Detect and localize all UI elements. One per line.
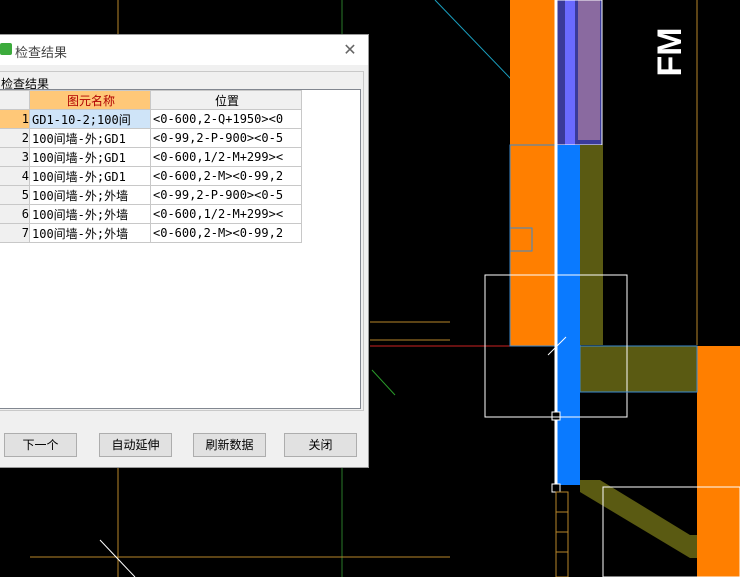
diagonal-line (371, 369, 396, 396)
cell-name[interactable]: 100间墙-外;GD1 (29, 147, 151, 167)
ladder (555, 491, 569, 577)
results-table: 图元名称 位置 1 GD1-10-2;100间 <0-600,2-Q+1950>… (0, 90, 302, 243)
check-results-dialog: 检查结果 ✕ 检查结果 图元名称 位置 1 GD1-10-2;100间 <0-6… (0, 34, 369, 468)
cell-position[interactable]: <0-99,2-P-900><0-5 (150, 128, 302, 148)
cell-position[interactable]: <0-99,2-P-900><0-5 (150, 185, 302, 205)
blue-wall (557, 145, 580, 485)
cell-name[interactable]: 100间墙-外;GD1 (29, 166, 151, 186)
cell-name[interactable]: 100间墙-外;外墙 (29, 204, 151, 224)
dialog-title: 检查结果 (15, 46, 68, 61)
table-row[interactable]: 7 100间墙-外;外墙 <0-600,2-M><0-99,2 (0, 223, 302, 243)
row-number: 2 (0, 128, 30, 148)
cell-name[interactable]: 100间墙-外;外墙 (29, 223, 151, 243)
close-icon[interactable]: ✕ (340, 40, 360, 60)
close-button[interactable]: 关闭 (284, 433, 357, 457)
olive-wall (580, 346, 697, 392)
row-number: 4 (0, 166, 30, 186)
cell-name[interactable]: GD1-10-2;100间 (29, 109, 151, 129)
olive-wall (580, 145, 603, 345)
dialog-titlebar[interactable]: 检查结果 ✕ (0, 35, 368, 65)
next-button[interactable]: 下一个 (4, 433, 77, 457)
row-number: 7 (0, 223, 30, 243)
table-row[interactable]: 2 100间墙-外;GD1 <0-99,2-P-900><0-5 (0, 128, 302, 148)
cell-name[interactable]: 100间墙-外;外墙 (29, 185, 151, 205)
results-grid[interactable]: 图元名称 位置 1 GD1-10-2;100间 <0-600,2-Q+1950>… (0, 89, 361, 409)
row-number: 3 (0, 147, 30, 167)
cell-position[interactable]: <0-600,1/2-M+299>< (150, 204, 302, 224)
grip-handle[interactable] (551, 483, 561, 493)
table-row[interactable]: 4 100间墙-外;GD1 <0-600,2-M><0-99,2 (0, 166, 302, 186)
grip-handle[interactable] (551, 411, 561, 421)
cell-position[interactable]: <0-600,2-M><0-99,2 (150, 223, 302, 243)
table-row[interactable]: 3 100间墙-外;GD1 <0-600,1/2-M+299>< (0, 147, 302, 167)
row-number-header (0, 90, 30, 110)
cell-position[interactable]: <0-600,1/2-M+299>< (150, 147, 302, 167)
row-number: 1 (0, 109, 30, 129)
row-number: 5 (0, 185, 30, 205)
olive-wall-slant (580, 480, 697, 558)
cell-position[interactable]: <0-600,2-Q+1950><0 (150, 109, 302, 129)
refresh-data-button[interactable]: 刷新数据 (193, 433, 266, 457)
fm-label: FM (651, 27, 689, 76)
column-header-name[interactable]: 图元名称 (29, 90, 151, 110)
column-strip (578, 0, 600, 140)
table-header-row: 图元名称 位置 (0, 90, 302, 110)
table-row[interactable]: 1 GD1-10-2;100间 <0-600,2-Q+1950><0 (0, 109, 302, 129)
column-strip (565, 0, 575, 145)
cell-position[interactable]: <0-600,2-M><0-99,2 (150, 166, 302, 186)
orange-wall (510, 0, 557, 346)
column-header-position[interactable]: 位置 (150, 90, 302, 110)
table-row[interactable]: 5 100间墙-外;外墙 <0-99,2-P-900><0-5 (0, 185, 302, 205)
table-row[interactable]: 6 100间墙-外;外墙 <0-600,1/2-M+299>< (0, 204, 302, 224)
row-number: 6 (0, 204, 30, 224)
orange-wall (697, 346, 740, 577)
app-icon (0, 43, 12, 55)
cell-name[interactable]: 100间墙-外;GD1 (29, 128, 151, 148)
auto-extend-button[interactable]: 自动延伸 (99, 433, 172, 457)
